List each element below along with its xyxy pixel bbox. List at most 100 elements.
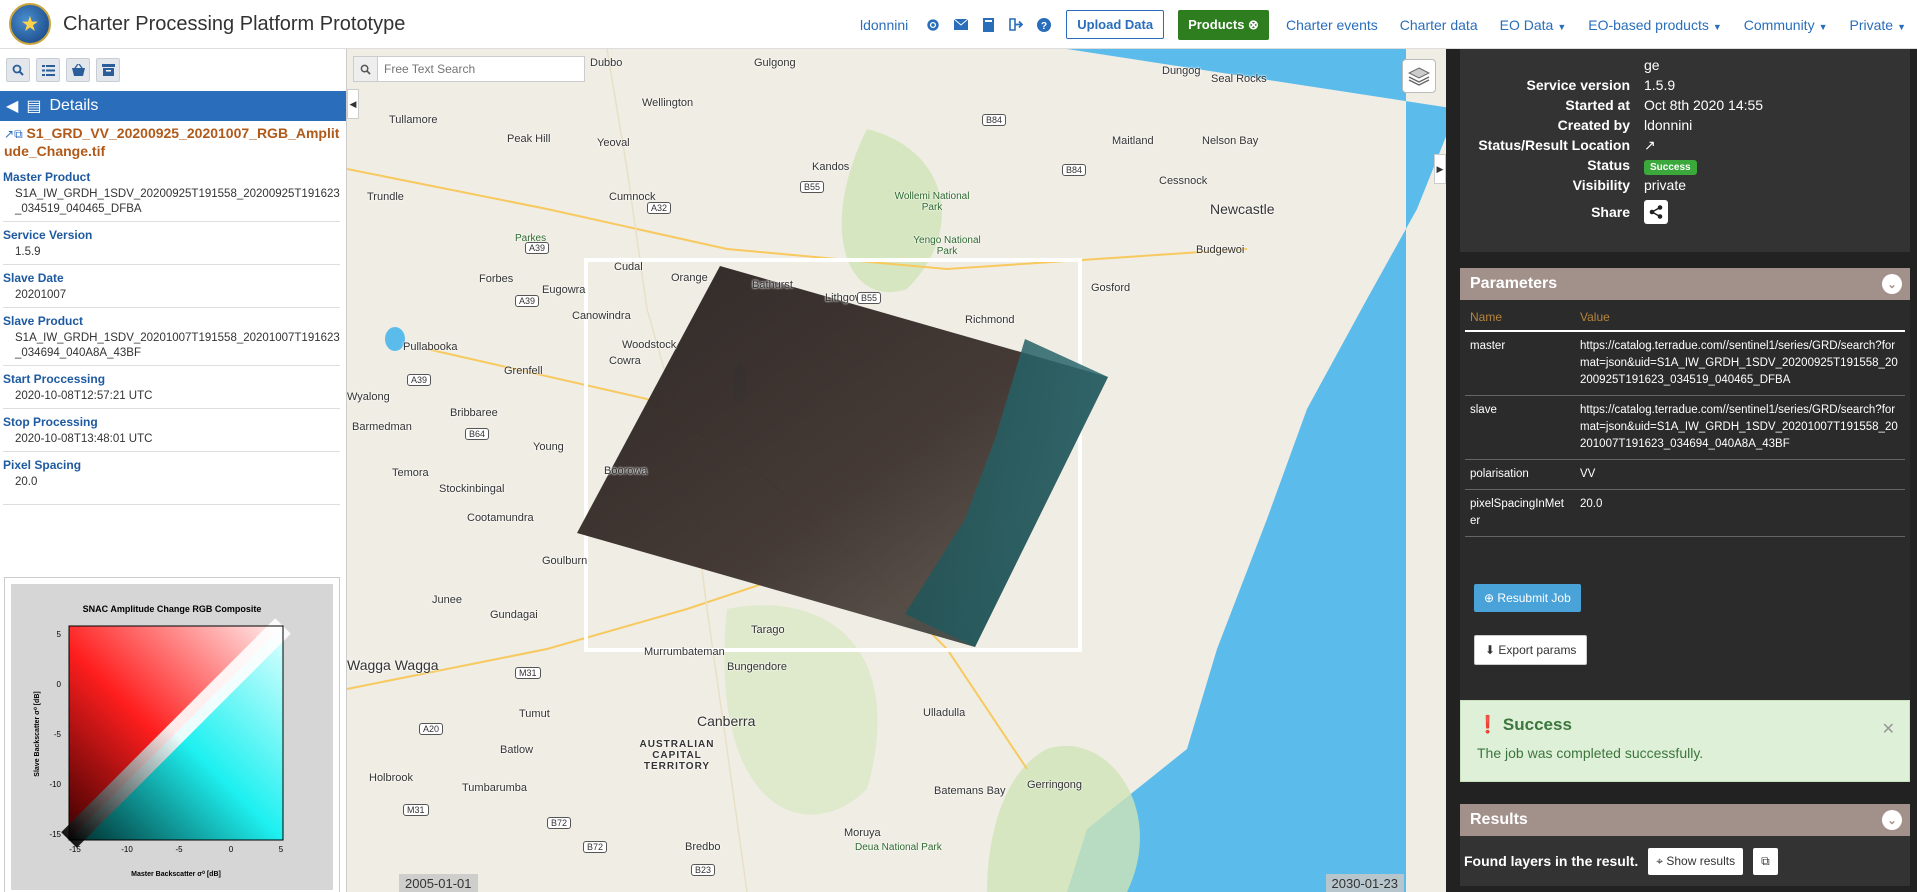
copy-results-button[interactable]: ⧉ [1753,847,1778,875]
share-button[interactable] [1644,200,1668,224]
share-icon [1649,205,1663,219]
param-value: https://catalog.terradue.com//sentinel1/… [1575,331,1905,396]
road-shield: A20 [419,723,444,735]
copy-icon: ⧉ [1761,853,1770,868]
archive-tool-button[interactable] [96,58,120,82]
charter-logo[interactable]: ★ [9,3,51,45]
map-place-label: Peak Hill [507,133,551,145]
app-title[interactable]: Charter Processing Platform Prototype [63,13,405,36]
close-icon[interactable]: ✕ [1882,719,1895,739]
user-link[interactable]: ldonnini [860,17,908,33]
export-params-button[interactable]: ⬇ Export params [1474,635,1588,665]
road-shield: A39 [515,295,540,307]
job-key: Visibility [1572,177,1630,193]
upload-data-button[interactable]: Upload Data [1066,10,1165,39]
details-header[interactable]: ◀ ▤ Details [0,91,346,121]
gear-icon[interactable] [926,18,940,32]
legend-xtick: -10 [121,845,133,854]
sign-out-icon[interactable] [1009,18,1024,31]
collapse-left-tab[interactable]: ◀ [347,89,359,119]
map-canvas [347,49,1446,892]
job-row: Status Success [1460,155,1910,175]
road-shield: B55 [857,292,882,304]
layers-button[interactable] [1402,59,1436,93]
envelope-icon[interactable] [954,19,969,30]
external-link-icon[interactable]: ↗ [1644,137,1910,154]
collapse-right-tab[interactable]: ▶ [1434,154,1446,184]
map-place-label: Murrumbateman [644,646,725,658]
map-place-label: Yeoval [597,137,630,149]
external-link-icon[interactable]: ↗ [4,127,14,141]
search-icon[interactable] [354,57,378,81]
main-nav: ldonnini ? Upload Data Products ⊗ Charte… [849,0,1917,49]
map-place-label: Gulgong [754,57,796,69]
show-results-label: Show results [1666,853,1736,868]
job-row: ge [1460,55,1910,75]
eo-data-menu[interactable]: EO Data ▼ [1500,17,1567,33]
map-marker-icon: ⌖ [1656,853,1664,868]
charter-data-link[interactable]: Charter data [1400,17,1478,33]
map-place-label: Wagga Wagga [347,657,439,673]
charter-events-link[interactable]: Charter events [1286,17,1378,33]
parameters-table: Name Value master https://catalog.terradue… [1465,304,1905,537]
map-place-label: Bungendore [727,661,787,673]
search-tool-button[interactable] [6,58,30,82]
search-input[interactable] [378,62,578,76]
park-area [724,605,878,815]
legend-xtick: 0 [229,845,234,854]
legend-ytick: -5 [54,730,62,739]
back-arrow-icon[interactable]: ◀ [6,96,18,116]
prop-master-product: Master Product S1A_IW_GRDH_1SDV_20200925T… [3,164,340,222]
map-place-label: Tarago [751,624,785,636]
job-key: Created by [1557,117,1630,133]
job-value: Oct 8th 2020 14:55 [1644,97,1764,113]
legend-yticks: 5 0 -5 -10 -15 [49,630,61,839]
map-place-label: Tumut [519,708,550,720]
private-menu[interactable]: Private ▼ [1850,17,1907,33]
chevron-down-icon[interactable]: ⌄ [1882,274,1902,294]
copy-icon[interactable]: ⧉ [14,127,23,141]
map-place-label: Woodstock [622,339,677,351]
product-filename: ↗⧉ S1_GRD_VV_20200925_20201007_RGB_Ampli… [0,121,346,160]
map-place-label: Grenfell [504,365,543,377]
map-place-label: Batlow [500,744,534,756]
resubmit-job-button[interactable]: ⊕ Resubmit Job [1474,584,1581,612]
road-shield: B84 [982,114,1007,126]
legend-ytick: 5 [57,630,62,639]
top-navbar: ★ Charter Processing Platform Prototype … [0,0,1917,49]
community-menu[interactable]: Community ▼ [1744,17,1828,33]
show-results-button[interactable]: ⌖ Show results [1648,847,1744,875]
map-place-label: Bredbo [685,841,721,853]
book-icon[interactable] [982,17,995,32]
param-value: VV [1575,459,1905,490]
map-place-label: AUSTRALIAN CAPITAL TERRITORY [639,739,715,772]
chevron-down-icon[interactable]: ⌄ [1882,810,1902,830]
map-place-label: Dungog [1162,65,1201,77]
list-tool-button[interactable] [36,58,60,82]
help-icon[interactable]: ? [1037,17,1052,32]
results-header[interactable]: Results ⌄ [1460,804,1910,836]
prop-pixel-spacing: Pixel Spacing 20.0 [3,452,340,505]
map-place-label: Tullamore [389,114,438,126]
map-place-label: Junee [432,594,462,606]
map-place-label: Yengo National Park [913,235,981,257]
param-name: polarisation [1465,459,1575,490]
job-key: Started at [1565,97,1630,113]
map-place-label: Canowindra [572,310,631,322]
prop-start-processing: Start Proccessing 2020-10-08T12:57:21 UTC [3,366,340,409]
road-shield: A32 [647,202,672,214]
basket-tool-button[interactable] [66,58,90,82]
parameters-header[interactable]: Parameters ⌄ [1460,268,1910,300]
job-value: private [1644,177,1687,193]
table-row: slave https://catalog.terradue.com//senti… [1465,395,1905,460]
map-place-label: Gosford [1091,282,1131,294]
plus-circle-icon: ⊕ [1484,591,1495,605]
private-label: Private [1849,16,1894,33]
timeline-start-date: 2005-01-01 [399,874,478,892]
left-panel: ◀ ▤ Details ↗⧉ S1_GRD_VV_20200925_202010… [0,49,347,892]
layers-icon [1408,67,1430,86]
prop-key: Stop Processing [3,415,98,429]
eo-products-menu[interactable]: EO-based products ▼ [1588,17,1722,33]
products-button[interactable]: Products ⊗ [1178,9,1269,40]
map-view[interactable]: Dubbo Gulgong Dungog Seal Rocks Wellington Tu… [347,49,1446,892]
